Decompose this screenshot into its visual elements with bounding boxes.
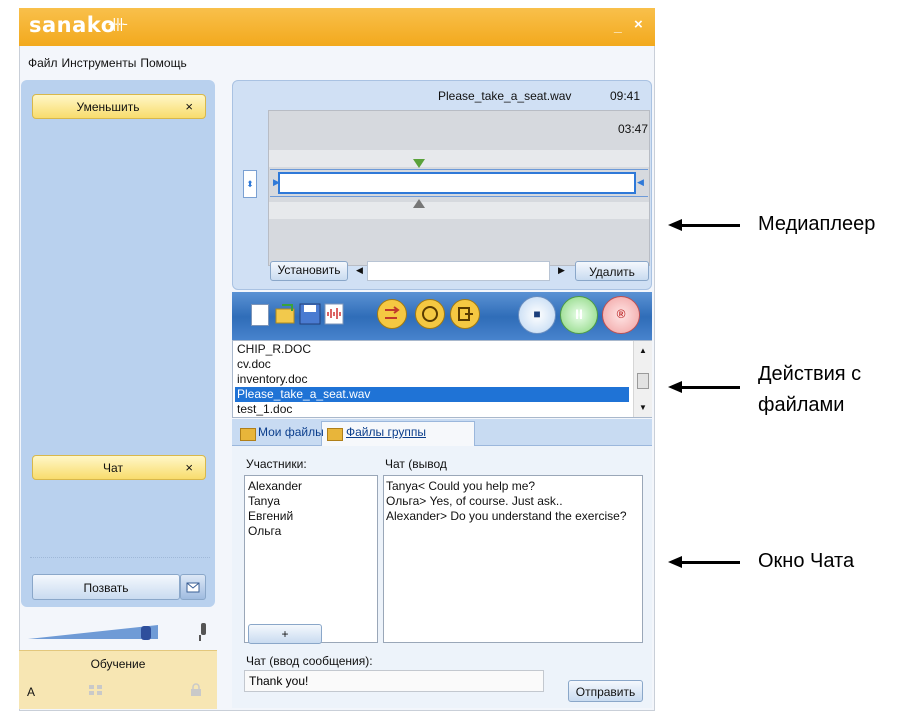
microphone-icon[interactable] bbox=[196, 622, 210, 647]
arrow-line bbox=[680, 224, 740, 227]
scroll-up-icon[interactable]: ▲ bbox=[639, 346, 647, 355]
send-label: Отправить bbox=[575, 685, 636, 699]
close-icon[interactable]: × bbox=[185, 99, 193, 114]
track-start-icon: ▶ bbox=[273, 177, 280, 187]
chat-input[interactable] bbox=[244, 670, 544, 692]
logo-wave-icon: -∙|∙|∙|∙- bbox=[108, 15, 128, 31]
segment-field[interactable] bbox=[367, 261, 550, 281]
chat-output-label: Чат (вывод bbox=[385, 457, 447, 471]
menu-bar: Файл Инструменты Помощь bbox=[28, 56, 191, 70]
participant-item[interactable]: Alexander bbox=[248, 479, 302, 493]
delete-label: Удалить bbox=[589, 265, 635, 279]
annotation-file-actions-1: Действия с bbox=[758, 363, 862, 385]
collapse-button[interactable]: Уменьшить × bbox=[32, 94, 206, 119]
file-item[interactable]: inventory.doc bbox=[237, 372, 307, 386]
file-item[interactable]: cv.doc bbox=[237, 357, 271, 371]
record-button[interactable]: ® bbox=[602, 296, 640, 334]
set-label: Установить bbox=[277, 263, 341, 277]
scroll-down-icon[interactable]: ▼ bbox=[639, 403, 647, 412]
group-files-icon bbox=[327, 428, 343, 441]
training-title: Обучение bbox=[90, 657, 146, 671]
volume-thumb[interactable] bbox=[141, 626, 151, 640]
tab-my-files[interactable]: Мои файлы bbox=[258, 425, 324, 439]
participant-item[interactable]: Евгений bbox=[248, 509, 293, 523]
waveform-band bbox=[269, 150, 649, 167]
annotation-file-actions-2: файлами bbox=[758, 394, 845, 416]
shuffle-icon bbox=[385, 306, 400, 319]
message-button[interactable] bbox=[180, 574, 206, 600]
playhead-marker-icon[interactable] bbox=[413, 159, 425, 168]
add-label: + bbox=[281, 627, 289, 641]
lock-icon bbox=[190, 683, 202, 700]
arrow-line bbox=[680, 561, 740, 564]
close-icon[interactable]: × bbox=[185, 460, 193, 475]
file-item[interactable]: CHIP_R.DOC bbox=[237, 342, 311, 356]
group-icon bbox=[88, 684, 104, 699]
export-icon bbox=[458, 307, 473, 321]
save-icon[interactable] bbox=[298, 302, 322, 329]
chat-input-label: Чат (ввод сообщения): bbox=[246, 654, 373, 668]
waveform-band bbox=[269, 202, 649, 219]
chat-message: Ольга> Yes, of course. Just ask.. bbox=[386, 494, 563, 508]
segment-prev-icon[interactable]: ◀ bbox=[356, 265, 363, 276]
menu-tools[interactable]: Инструменты bbox=[62, 56, 137, 70]
left-panel bbox=[21, 80, 215, 607]
file-item[interactable]: test_1.doc bbox=[237, 402, 292, 416]
menu-file[interactable]: Файл bbox=[28, 56, 58, 70]
zoom-handle-icon[interactable]: ⬍ bbox=[243, 170, 257, 198]
scroll-thumb[interactable] bbox=[637, 373, 649, 389]
audio-track[interactable] bbox=[278, 172, 636, 194]
divider bbox=[30, 557, 210, 558]
media-filename: Please_take_a_seat.wav bbox=[438, 89, 572, 103]
audio-file-icon[interactable] bbox=[322, 302, 346, 329]
track-line bbox=[270, 196, 648, 197]
track-end-icon: ◀ bbox=[637, 177, 644, 187]
close-window-button[interactable]: × bbox=[634, 16, 643, 33]
annotation-media-player: Медиаплеер bbox=[758, 213, 876, 235]
stop-button[interactable]: ■ bbox=[518, 296, 556, 334]
new-file-icon[interactable] bbox=[251, 304, 269, 326]
open-folder-icon[interactable] bbox=[274, 302, 298, 329]
envelope-icon bbox=[186, 582, 200, 593]
file-item-selected[interactable]: Please_take_a_seat.wav bbox=[237, 387, 370, 401]
my-files-icon bbox=[240, 428, 256, 441]
participant-item[interactable]: Ольга bbox=[248, 524, 281, 538]
minimize-button[interactable]: _ bbox=[614, 18, 622, 34]
loop-button[interactable] bbox=[415, 299, 445, 329]
chat-toggle-button[interactable]: Чат × bbox=[32, 455, 206, 480]
transfer-button[interactable] bbox=[377, 299, 407, 329]
add-participant-button[interactable]: + bbox=[248, 624, 322, 644]
volume-slider[interactable] bbox=[28, 625, 158, 639]
training-letter: A bbox=[27, 685, 36, 699]
tab-group-files[interactable]: Файлы группы bbox=[346, 425, 426, 439]
call-button[interactable]: Позвать bbox=[32, 574, 180, 600]
media-current-time: 03:47 bbox=[618, 122, 649, 136]
delete-button[interactable]: Удалить bbox=[575, 261, 649, 281]
segment-next-icon[interactable]: ▶ bbox=[558, 265, 565, 276]
arrow-line bbox=[680, 386, 740, 389]
chat-toggle-label: Чат bbox=[103, 461, 123, 475]
chat-message: Tanya< Could you help me? bbox=[386, 479, 536, 493]
call-label: Позвать bbox=[83, 581, 129, 595]
file-list-scrollbar[interactable]: ▲ ▼ bbox=[633, 341, 652, 417]
set-button[interactable]: Установить bbox=[270, 261, 348, 281]
track-line bbox=[270, 169, 648, 170]
loop-icon bbox=[422, 306, 438, 322]
participant-item[interactable]: Tanya bbox=[248, 494, 280, 508]
position-marker-icon[interactable] bbox=[413, 199, 425, 208]
export-button[interactable] bbox=[450, 299, 480, 329]
annotation-chat-window: Окно Чата bbox=[758, 550, 855, 572]
send-button[interactable]: Отправить bbox=[568, 680, 643, 702]
chat-message: Alexander> Do you understand the exercis… bbox=[386, 509, 627, 523]
app-logo: sanako bbox=[29, 13, 116, 37]
media-total-time: 09:41 bbox=[610, 89, 641, 103]
participants-label: Участники: bbox=[246, 457, 307, 471]
collapse-label: Уменьшить bbox=[76, 100, 140, 114]
menu-help[interactable]: Помощь bbox=[140, 56, 186, 70]
pause-button[interactable]: II bbox=[560, 296, 598, 334]
